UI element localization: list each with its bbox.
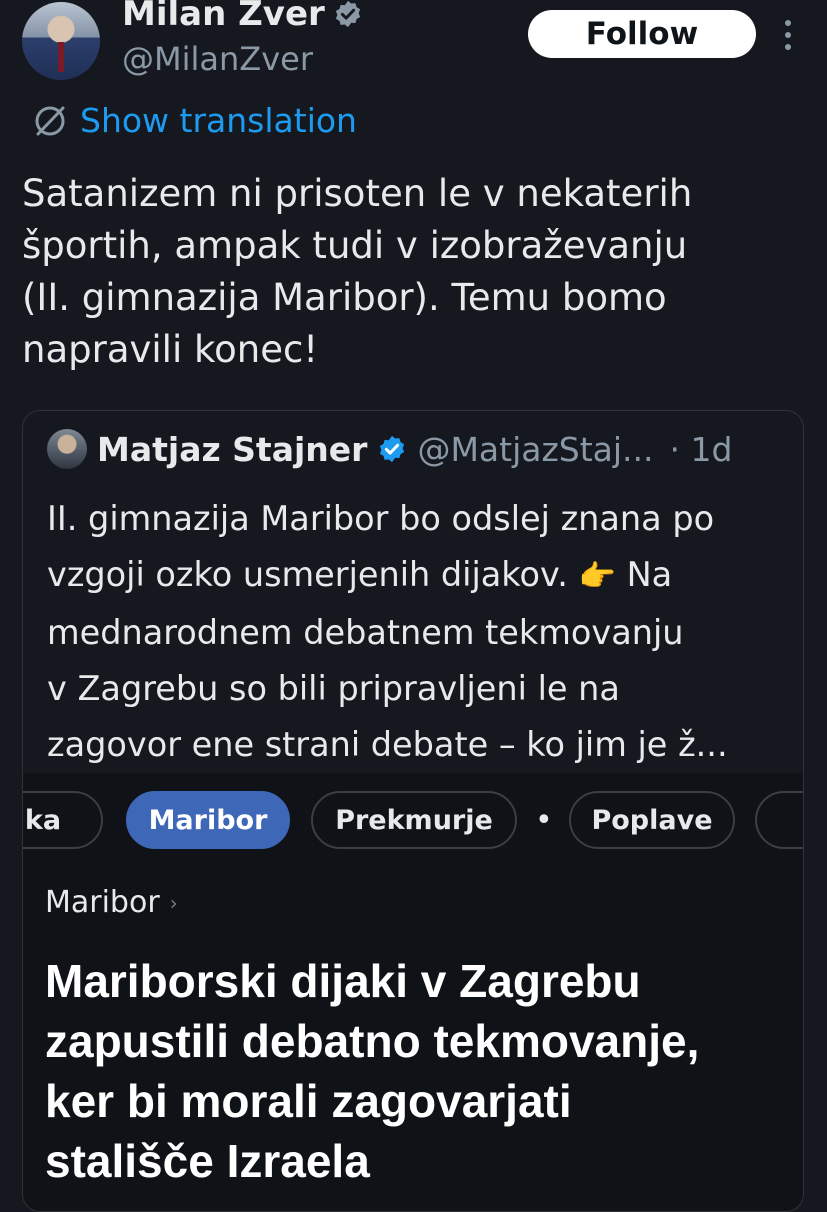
chip-separator: • bbox=[535, 803, 553, 838]
quoted-author-handle: @MatjazStaj... bbox=[417, 429, 654, 469]
quoted-author-name: Matjaz Stajner bbox=[97, 429, 368, 469]
author-name-row: Milan Zver bbox=[122, 0, 363, 34]
follow-button[interactable]: Follow bbox=[528, 10, 756, 58]
show-translation-link[interactable]: Show translation bbox=[30, 100, 357, 140]
verified-badge-icon bbox=[380, 435, 405, 463]
headline-line: ker bi morali zagovarjati bbox=[45, 1075, 572, 1127]
embedded-article-image[interactable]: ka Maribor Prekmurje • Poplave Maribor ›… bbox=[23, 773, 803, 1211]
pointing-hand-icon: 👉 bbox=[578, 559, 616, 594]
quoted-line: zagovor ene strani debate – ko jim je ž.… bbox=[47, 725, 728, 764]
quoted-tweet-header: Matjaz Stajner @MatjazStaj... · 1d bbox=[47, 429, 732, 469]
headline-line: zapustili debatno tekmovanje, bbox=[45, 1015, 700, 1067]
verified-badge-icon bbox=[335, 0, 360, 28]
chip-ka[interactable]: ka bbox=[23, 791, 103, 849]
tweet-header: Milan Zver @MilanZver Follow bbox=[0, 0, 827, 100]
breadcrumb[interactable]: Maribor › bbox=[45, 885, 178, 920]
quoted-line: v Zagrebu so bili pripravljeni le na bbox=[47, 669, 620, 708]
tweet-line: športih, ampak tudi v izobraževanju bbox=[22, 224, 688, 267]
breadcrumb-label[interactable]: Maribor bbox=[45, 885, 160, 920]
quoted-author-avatar bbox=[47, 429, 87, 469]
tweet-line: Satanizem ni prisoten le v nekaterih bbox=[22, 172, 693, 215]
chip-prekmurje[interactable]: Prekmurje bbox=[311, 791, 517, 849]
quoted-tweet-text: II. gimnazija Maribor bo odslej znana po… bbox=[47, 491, 787, 773]
translate-globe-icon bbox=[35, 106, 65, 136]
chip-maribor[interactable]: Maribor bbox=[126, 791, 290, 849]
quoted-line-part: vzgoji ozko usmerjenih dijakov. bbox=[47, 555, 568, 594]
more-vertical-icon[interactable] bbox=[782, 18, 794, 52]
quoted-line-part: Na bbox=[626, 555, 673, 594]
headline-line: Mariborski dijaki v Zagrebu bbox=[45, 955, 641, 1007]
chip-partial[interactable] bbox=[755, 791, 803, 849]
quoted-line: mednarodnem debatnem tekmovanju bbox=[47, 613, 684, 652]
chevron-right-icon: › bbox=[169, 890, 178, 915]
author-handle[interactable]: @MilanZver bbox=[122, 40, 313, 78]
chip-poplave[interactable]: Poplave bbox=[569, 791, 735, 849]
show-translation-label[interactable]: Show translation bbox=[80, 101, 357, 140]
tweet-line: (II. gimnazija Maribor). Temu bomo bbox=[22, 276, 667, 319]
headline-line: stališče Izraela bbox=[45, 1135, 370, 1187]
article-headline: Mariborski dijaki v Zagrebu zapustili de… bbox=[45, 951, 785, 1191]
quoted-tweet[interactable]: Matjaz Stajner @MatjazStaj... · 1d II. g… bbox=[22, 410, 804, 1212]
quoted-line: vzgoji ozko usmerjenih dijakov. 👉 Na bbox=[47, 547, 787, 605]
quoted-line: II. gimnazija Maribor bo odslej znana po bbox=[47, 499, 715, 538]
tweet-text: Satanizem ni prisoten le v nekaterih špo… bbox=[22, 168, 812, 376]
author-avatar[interactable] bbox=[22, 2, 100, 80]
author-name[interactable]: Milan Zver bbox=[122, 0, 325, 34]
category-chips: ka Maribor Prekmurje • Poplave bbox=[23, 791, 803, 851]
quoted-timestamp: · 1d bbox=[669, 429, 733, 469]
tweet-line: napravili konec! bbox=[22, 328, 319, 371]
